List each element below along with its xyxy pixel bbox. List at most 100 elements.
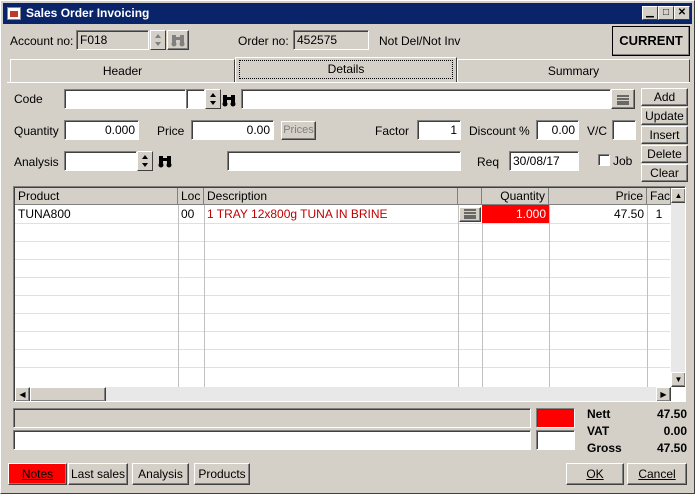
current-button[interactable]: CURRENT bbox=[612, 26, 690, 56]
row-divider bbox=[15, 295, 670, 296]
cancel-button[interactable]: Cancel bbox=[627, 463, 687, 485]
account-field[interactable]: F018 bbox=[76, 30, 149, 50]
horizontal-scroll-thumb[interactable] bbox=[30, 387, 106, 401]
scroll-right-arrow-icon[interactable]: ▶ bbox=[656, 387, 671, 401]
analysis-description-input[interactable] bbox=[227, 151, 461, 171]
status-field-1 bbox=[13, 408, 531, 428]
column-header-product[interactable]: Product bbox=[15, 188, 178, 205]
notes-button-label: Notes bbox=[21, 467, 54, 481]
binoculars-icon[interactable] bbox=[156, 152, 174, 170]
scroll-down-arrow-icon[interactable]: ▼ bbox=[671, 372, 685, 387]
account-label: Account no: bbox=[10, 34, 74, 48]
factor-input[interactable]: 1 bbox=[417, 120, 461, 140]
factor-label: Factor bbox=[375, 124, 410, 138]
cell-factor[interactable]: 1 bbox=[647, 205, 671, 223]
nett-value: 47.50 bbox=[656, 407, 687, 421]
column-divider bbox=[178, 205, 179, 387]
notes-button[interactable]: Notes bbox=[8, 463, 67, 485]
column-divider bbox=[204, 205, 205, 387]
list-icon bbox=[617, 95, 629, 105]
code-label: Code bbox=[14, 92, 43, 106]
code-spinner[interactable] bbox=[205, 89, 221, 109]
cell-quantity[interactable]: 1.000 bbox=[482, 205, 549, 223]
maximize-button[interactable]: □ bbox=[658, 6, 674, 20]
notes-list-button[interactable] bbox=[611, 89, 635, 109]
quantity-input[interactable]: 0.000 bbox=[64, 120, 139, 140]
analysis-label: Analysis bbox=[14, 155, 59, 169]
job-checkbox[interactable] bbox=[598, 154, 610, 166]
row-notes-button[interactable] bbox=[459, 207, 481, 222]
minimize-button[interactable]: ▁ bbox=[642, 6, 658, 20]
order-lines-table[interactable]: Product Loc Description Quantity Price F… bbox=[13, 186, 686, 402]
column-header-description[interactable]: Description bbox=[204, 188, 458, 205]
delete-button[interactable]: Delete bbox=[641, 145, 688, 163]
row-divider bbox=[15, 277, 670, 278]
code-description-input[interactable] bbox=[241, 89, 611, 109]
scroll-left-arrow-icon[interactable]: ◀ bbox=[15, 387, 30, 401]
column-divider bbox=[549, 205, 550, 387]
app-icon bbox=[7, 7, 21, 20]
row-divider bbox=[15, 313, 670, 314]
quantity-label: Quantity bbox=[14, 124, 59, 138]
vc-label: V/C bbox=[587, 124, 608, 138]
add-button[interactable]: Add bbox=[641, 88, 688, 106]
close-button[interactable]: ✕ bbox=[674, 6, 690, 20]
tab-details-label: Details bbox=[239, 60, 453, 79]
tab-header[interactable]: Header bbox=[10, 59, 235, 82]
vc-input[interactable] bbox=[612, 120, 636, 140]
vat-label: VAT bbox=[587, 424, 610, 438]
account-search-button[interactable] bbox=[167, 30, 189, 50]
req-label: Req bbox=[477, 155, 500, 169]
cell-loc[interactable]: 00 bbox=[178, 205, 204, 223]
price-label: Price bbox=[157, 124, 185, 138]
analysis-input[interactable] bbox=[64, 151, 137, 171]
price-input[interactable]: 0.00 bbox=[191, 120, 274, 140]
nett-label: Nett bbox=[587, 407, 611, 421]
account-spinner[interactable] bbox=[150, 30, 166, 50]
products-button[interactable]: Products bbox=[194, 463, 250, 485]
analysis-button[interactable]: Analysis bbox=[132, 463, 189, 485]
column-header-notes[interactable] bbox=[458, 188, 482, 205]
tab-summary[interactable]: Summary bbox=[457, 59, 690, 82]
ok-button[interactable]: OK bbox=[566, 463, 624, 485]
update-button[interactable]: Update bbox=[641, 107, 688, 125]
column-divider bbox=[482, 205, 483, 387]
order-label: Order no: bbox=[238, 34, 289, 48]
insert-button[interactable]: Insert bbox=[641, 126, 688, 144]
column-header-price[interactable]: Price bbox=[549, 188, 647, 205]
cell-product[interactable]: TUNA800 bbox=[15, 205, 178, 223]
clear-button[interactable]: Clear bbox=[641, 164, 688, 182]
code-suffix-input[interactable] bbox=[186, 89, 205, 109]
analysis-spinner[interactable] bbox=[137, 151, 153, 171]
req-date-input[interactable]: 30/08/17 bbox=[509, 151, 579, 171]
scroll-up-arrow-icon[interactable]: ▲ bbox=[671, 188, 685, 203]
column-header-quantity[interactable]: Quantity bbox=[482, 188, 549, 205]
cell-description[interactable]: 1 TRAY 12x800g TUNA IN BRINE bbox=[204, 205, 458, 223]
ok-button-label: OK bbox=[586, 467, 604, 481]
sales-order-window: Sales Order Invoicing ▁ □ ✕ Account no: … bbox=[0, 0, 695, 494]
gross-label: Gross bbox=[587, 441, 622, 455]
status-indicator-red bbox=[536, 408, 575, 428]
column-header-factor[interactable]: Fact bbox=[647, 188, 671, 205]
code-input[interactable] bbox=[64, 89, 186, 109]
column-divider bbox=[458, 205, 459, 387]
cell-price[interactable]: 47.50 bbox=[549, 205, 647, 223]
column-header-loc[interactable]: Loc bbox=[178, 188, 204, 205]
job-label: Job bbox=[613, 154, 633, 168]
title-bar[interactable]: Sales Order Invoicing ▁ □ ✕ bbox=[3, 3, 692, 24]
vertical-scrollbar[interactable]: ▲ ▼ bbox=[671, 188, 685, 387]
order-number-field: 452575 bbox=[293, 30, 369, 50]
tab-details[interactable]: Details bbox=[235, 57, 457, 82]
last-sales-button[interactable]: Last sales bbox=[68, 463, 128, 485]
row-divider bbox=[15, 367, 670, 368]
horizontal-scrollbar[interactable]: ◀ ▶ bbox=[15, 387, 671, 401]
prices-button[interactable]: Prices bbox=[281, 121, 316, 140]
order-status-text: Not Del/Not Inv bbox=[379, 34, 461, 48]
row-divider bbox=[15, 259, 670, 260]
window-title: Sales Order Invoicing bbox=[26, 6, 150, 20]
row-divider bbox=[15, 241, 670, 242]
binoculars-icon[interactable] bbox=[220, 91, 238, 109]
discount-input[interactable]: 0.00 bbox=[536, 120, 579, 140]
vat-value: 0.00 bbox=[663, 424, 687, 438]
discount-label: Discount % bbox=[469, 124, 530, 138]
